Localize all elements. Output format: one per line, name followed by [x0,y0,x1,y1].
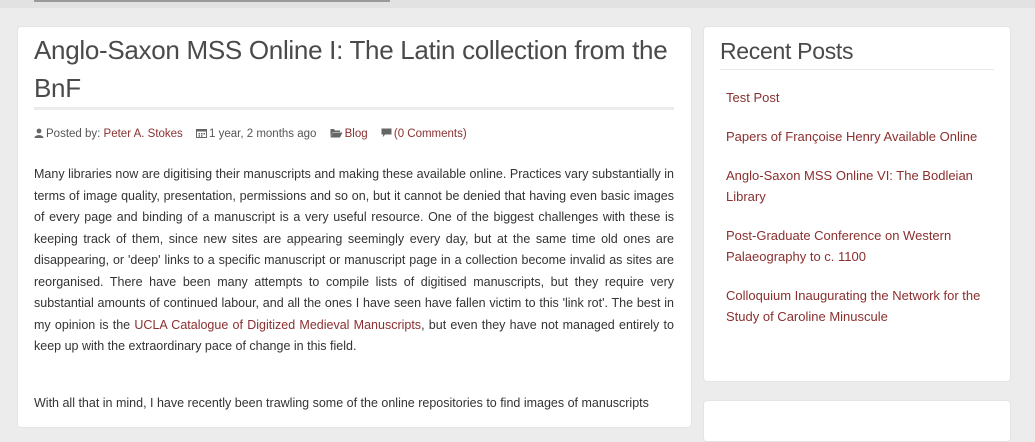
sidebar-widget [703,400,1011,442]
list-item: Colloquium Inaugurating the Network for … [726,285,994,327]
post-paragraph-2: With all that in mind, I have recently b… [34,396,649,410]
comments-meta: (0 Comments) [381,128,467,141]
recent-post-link[interactable]: Anglo-Saxon MSS Online VI: The Bodleian … [726,168,973,204]
list-item: Test Post [726,87,994,108]
folder-open-icon [330,128,343,141]
category-link[interactable]: Blog [345,128,368,140]
recent-posts-list: Test Post Papers of Françoise Henry Avai… [726,87,994,345]
author-link[interactable]: Peter A. Stokes [104,128,183,140]
category-meta: Blog [330,128,368,141]
author-meta: Posted by: Peter A. Stokes [34,128,183,141]
recent-posts-title: Recent Posts [720,38,854,64]
list-item: Anglo-Saxon MSS Online VI: The Bodleian … [726,165,994,207]
posted-by-label: Posted by: [46,128,101,140]
list-item: Papers of Françoise Henry Available Onli… [726,126,994,147]
post-date: 1 year, 2 months ago [209,128,317,140]
calendar-icon [196,128,208,141]
nav-underline [34,0,390,2]
recent-post-link[interactable]: Post-Graduate Conference on Western Pala… [726,228,951,264]
top-strip [0,0,1035,8]
date-meta: 1 year, 2 months ago [196,128,316,141]
comments-link[interactable]: (0 Comments) [394,128,467,140]
recent-posts-widget: Recent Posts Test Post Papers of Françoi… [703,26,1011,382]
user-icon [34,128,44,141]
recent-posts-divider [720,69,994,70]
recent-post-link[interactable]: Papers of Françoise Henry Available Onli… [726,129,977,144]
title-divider [34,107,674,110]
list-item: Post-Graduate Conference on Western Pala… [726,225,994,267]
comment-icon [381,128,392,141]
recent-post-link[interactable]: Test Post [726,90,779,105]
para1-text-start: Many libraries now are digitising their … [34,167,674,332]
post-meta: Posted by: Peter A. Stokes 1 year, 2 mon… [34,128,674,141]
ucla-catalogue-link[interactable]: UCLA Catalogue of Digitized Medieval Man… [134,318,421,332]
recent-post-link[interactable]: Colloquium Inaugurating the Network for … [726,288,980,324]
post-paragraph-1: Many libraries now are digitising their … [34,164,674,358]
post-title: Anglo-Saxon MSS Online I: The Latin coll… [34,35,668,103]
post-card: Anglo-Saxon MSS Online I: The Latin coll… [17,26,692,428]
